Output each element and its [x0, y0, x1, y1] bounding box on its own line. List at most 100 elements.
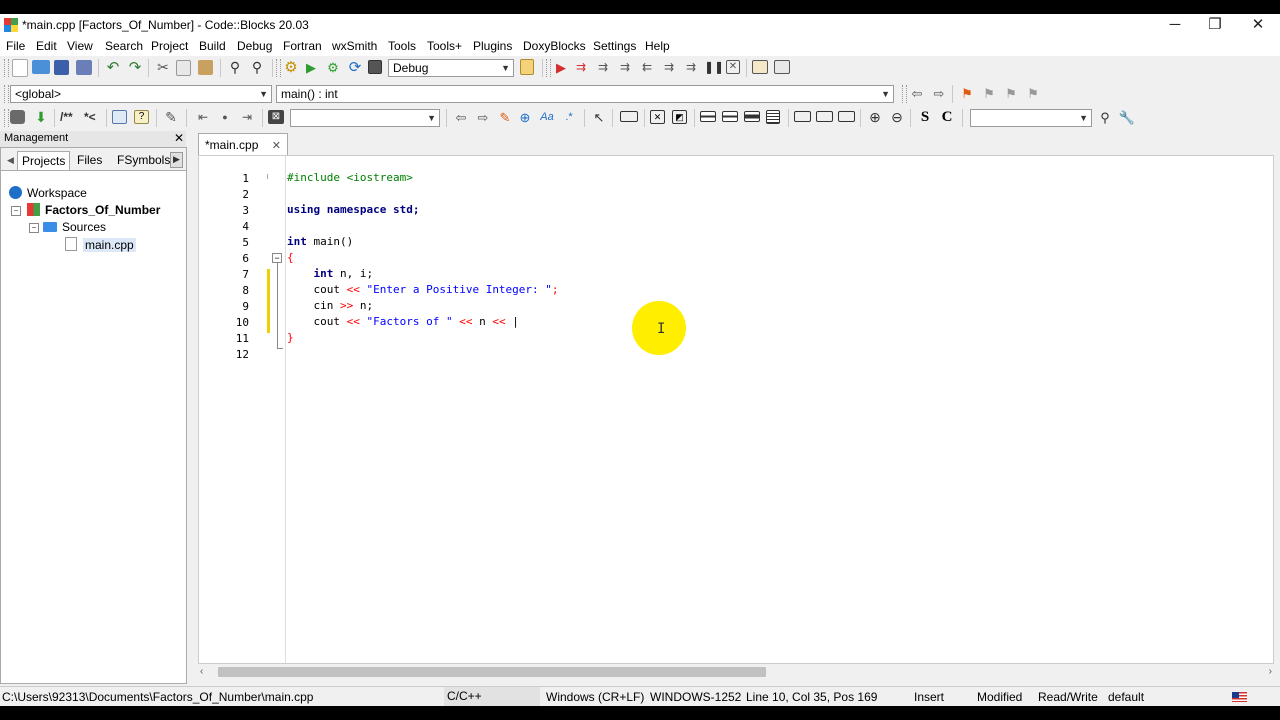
jump-back-icon[interactable]: ⇦ — [908, 85, 926, 103]
bullet-icon[interactable]: ● — [216, 109, 234, 127]
restore-button[interactable]: ❐ — [1195, 14, 1235, 38]
step-into-icon[interactable]: ⇉ — [616, 59, 634, 77]
if-shape-icon[interactable]: ◩ — [672, 110, 687, 124]
debugging-windows-icon[interactable] — [752, 60, 768, 74]
code-editor[interactable]: 1 2 3 4 5 6 7 8 9 10 11 12 − #include <iostream> usi… — [198, 155, 1274, 664]
code-line[interactable]: { — [287, 250, 294, 266]
scroll-right-icon[interactable]: › — [1269, 664, 1272, 680]
minimize-button[interactable]: ─ — [1155, 14, 1195, 38]
replace-icon[interactable]: ⚲ — [248, 59, 266, 77]
paste-icon[interactable] — [198, 60, 213, 75]
run-html-icon[interactable] — [112, 110, 127, 124]
code-line[interactable]: cout << "Enter a Positive Integer: "; — [287, 282, 558, 298]
run-chm-icon[interactable]: ? — [134, 110, 149, 124]
menu-search[interactable]: Search — [105, 39, 143, 53]
c-button[interactable]: C — [938, 109, 956, 127]
jump-forward-icon[interactable]: ⇨ — [930, 85, 948, 103]
menu-plugins[interactable]: Plugins — [473, 39, 512, 53]
break-shape-icon[interactable] — [816, 111, 833, 122]
undo-icon[interactable]: ↶ — [104, 60, 122, 78]
stop-debugger-icon[interactable]: ✕ — [726, 60, 740, 74]
abort-icon[interactable] — [368, 60, 382, 74]
search-select[interactable]: ▼ — [970, 109, 1092, 127]
instruction-shape-icon[interactable] — [766, 110, 780, 124]
copy-icon[interactable] — [176, 60, 191, 76]
fold-toggle-icon[interactable]: − — [272, 253, 282, 263]
continue-shape-icon[interactable] — [838, 111, 855, 122]
rect-shape-icon[interactable] — [620, 111, 638, 122]
next-line-icon[interactable]: ⇉ — [594, 59, 612, 77]
code-line[interactable]: int n, i; — [287, 266, 374, 282]
doxywizard-icon[interactable] — [10, 110, 25, 124]
menu-tools[interactable]: Tools — [388, 39, 416, 53]
scroll-thumb[interactable] — [218, 667, 766, 677]
code-line[interactable]: cout << "Factors of " << n << | — [287, 314, 518, 330]
menu-debug[interactable]: Debug — [237, 39, 272, 53]
horizontal-scrollbar[interactable]: ‹ › — [198, 664, 1274, 680]
menu-project[interactable]: Project — [151, 39, 188, 53]
menu-fortran[interactable]: Fortran — [283, 39, 322, 53]
status-language[interactable]: C/C++ — [444, 687, 540, 706]
menu-wxsmith[interactable]: wxSmith — [332, 39, 377, 53]
save-icon[interactable] — [54, 60, 69, 75]
switch-shape-icon[interactable] — [744, 111, 760, 122]
tab-projects[interactable]: Projects — [17, 151, 71, 170]
new-file-icon[interactable] — [12, 59, 28, 77]
debug-input-select[interactable]: ▼ — [290, 109, 440, 127]
zoom-in-icon[interactable]: ⊕ — [866, 109, 884, 127]
run-icon[interactable]: ▶ — [302, 59, 320, 77]
tab-scroll-right-icon[interactable]: ▶ — [170, 152, 183, 168]
tab-scroll-left-icon[interactable]: ◀ — [3, 151, 18, 169]
tree-file-main-cpp[interactable]: main.cpp — [65, 237, 136, 252]
code-line[interactable]: using namespace std; — [287, 202, 419, 218]
zoom-out-icon[interactable]: ⊖ — [888, 109, 906, 127]
comment-block-button[interactable]: /** — [60, 109, 82, 127]
tab-fsymbols[interactable]: FSymbols — [113, 151, 174, 169]
code-line[interactable]: } — [287, 330, 294, 346]
menu-help[interactable]: Help — [645, 39, 670, 53]
s-button[interactable]: S — [916, 109, 934, 127]
us-flag-icon[interactable] — [1232, 692, 1247, 702]
code-line[interactable]: #include <iostream> — [287, 170, 413, 186]
match-case-icon[interactable]: Aa — [538, 109, 556, 127]
scope-select[interactable]: <global> ▼ — [10, 85, 272, 103]
editor-tab-main-cpp[interactable]: *main.cpp ✕ — [198, 133, 288, 155]
show-select-target-dialog-icon[interactable] — [520, 59, 534, 75]
collapse-toggle-icon[interactable]: − — [11, 206, 21, 216]
step-into-instruction-icon[interactable]: ⇉ — [682, 59, 700, 77]
tree-project[interactable]: − Factors_Of_Number — [11, 203, 160, 217]
next-instruction-icon[interactable]: ⇉ — [660, 59, 678, 77]
build-and-run-icon[interactable]: ⚙ — [324, 59, 342, 77]
comment-line-button[interactable]: *< — [84, 109, 102, 127]
find-next-icon[interactable]: ⇨ — [474, 109, 492, 127]
block-shape-icon[interactable] — [794, 111, 811, 122]
various-info-icon[interactable] — [774, 60, 790, 74]
redo-icon[interactable]: ↷ — [126, 60, 144, 78]
search-settings-icon[interactable]: 🔧 — [1118, 109, 1136, 127]
function-select[interactable]: main() : int ▼ — [276, 85, 894, 103]
collapse-toggle-icon[interactable]: − — [29, 223, 39, 233]
find-prev-icon[interactable]: ⇦ — [452, 109, 470, 127]
menu-file[interactable]: File — [6, 39, 25, 53]
close-panel-button[interactable]: ✕ — [174, 131, 184, 145]
decision-shape-icon[interactable]: ✕ — [650, 110, 665, 124]
toggle-bookmark-icon[interactable]: ⚑ — [958, 85, 976, 103]
code-line[interactable]: cin >> n; — [287, 298, 373, 314]
menu-doxyblocks[interactable]: DoxyBlocks — [523, 39, 586, 53]
debug-start-icon[interactable]: ▶ — [552, 59, 570, 77]
step-out-icon[interactable]: ⇇ — [638, 59, 656, 77]
highlight-icon[interactable]: ✎ — [496, 109, 514, 127]
pointer-icon[interactable]: ↖ — [590, 109, 608, 127]
prev-bookmark-icon[interactable]: ⚑ — [980, 85, 998, 103]
next-bookmark-icon[interactable]: ⚑ — [1002, 85, 1020, 103]
menu-settings[interactable]: Settings — [593, 39, 636, 53]
status-eol[interactable]: Windows (CR+LF) — [546, 690, 644, 704]
selected-text-icon[interactable]: ⊕ — [516, 109, 534, 127]
code-line[interactable]: int main() — [287, 234, 353, 250]
editor-tab-close-icon[interactable]: ✕ — [272, 140, 281, 152]
close-button[interactable]: ✕ — [1238, 14, 1278, 38]
status-encoding[interactable]: WINDOWS-1252 — [650, 690, 741, 704]
search-icon[interactable]: ⚲ — [1096, 109, 1114, 127]
panel-splitter[interactable] — [187, 131, 195, 686]
cut-icon[interactable]: ✂ — [154, 60, 172, 78]
